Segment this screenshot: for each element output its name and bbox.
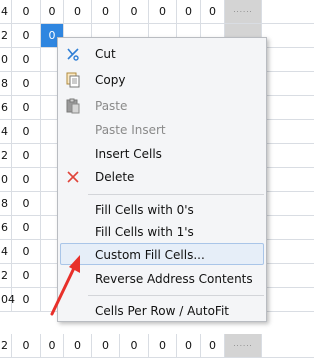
memory-cell[interactable]: 0 (12, 48, 41, 71)
memory-cell[interactable]: 0 (12, 72, 41, 95)
menu-item-delete[interactable]: Delete (60, 165, 264, 187)
delete-x-icon (65, 169, 81, 185)
memory-cell[interactable]: 0 (12, 240, 41, 263)
row-address: 6 (0, 216, 12, 239)
menu-item-label: Paste (95, 99, 128, 113)
memory-grid-window: 4 0 0 0 0 0 0 0 0 ...... 2 0 0 0 0 8 0 6… (0, 0, 314, 358)
menu-item-label: Reverse Address Contents (95, 272, 253, 286)
row-address: 8 (0, 192, 12, 215)
context-menu: Cut Copy Paste Paste Insert Insert Cells… (57, 37, 267, 322)
menu-item-label: Fill Cells with 0's (95, 203, 194, 217)
menu-item-cells-per-row[interactable]: Cells Per Row / AutoFit (60, 299, 264, 321)
memory-cell[interactable]: 0 (177, 334, 201, 357)
memory-cell[interactable]: 0 (92, 334, 120, 357)
menu-separator (88, 194, 264, 195)
row-address: 2 (0, 264, 12, 287)
row-address: 2 (0, 334, 12, 357)
memory-cell[interactable]: 0 (149, 334, 177, 357)
row-address: 6 (0, 96, 12, 119)
memory-cell[interactable]: 0 (12, 120, 41, 143)
menu-item-copy[interactable]: Copy (60, 68, 264, 90)
memory-cell[interactable]: 0 (201, 334, 225, 357)
memory-cell[interactable]: 0 (12, 144, 41, 167)
row-address: 8 (0, 72, 12, 95)
row-address: 0 (0, 168, 12, 191)
copy-icon (65, 72, 81, 88)
menu-item-label: Insert Cells (95, 147, 162, 161)
row-address: 2 (0, 144, 12, 167)
memory-cell[interactable]: 0 (12, 334, 41, 357)
menu-item-label: Paste Insert (95, 123, 166, 137)
menu-item-label: Cut (95, 47, 116, 61)
memory-cell[interactable]: 0 (12, 96, 41, 119)
memory-cell[interactable]: 0 (12, 24, 41, 47)
menu-item-label: Cells Per Row / AutoFit (95, 304, 229, 318)
memory-cell[interactable]: 0 (120, 0, 149, 23)
memory-cell[interactable]: 0 (41, 334, 64, 357)
memory-cell[interactable]: 0 (12, 192, 41, 215)
paste-icon (65, 98, 81, 114)
menu-item-cut[interactable]: Cut (60, 42, 264, 64)
memory-cell[interactable]: 0 (177, 0, 201, 23)
row-address: 4 (0, 240, 12, 263)
menu-item-label: Custom Fill Cells... (95, 248, 205, 262)
memory-cell[interactable]: 0 (120, 334, 149, 357)
menu-item-insert-cells[interactable]: Insert Cells (60, 142, 264, 164)
row-address: 4 (0, 120, 12, 143)
row-ascii-column: ...... (225, 0, 262, 23)
menu-item-custom-fill[interactable]: Custom Fill Cells... (60, 243, 264, 265)
memory-cell[interactable]: 0 (12, 0, 41, 23)
row-address: 4 (0, 0, 12, 23)
memory-cell[interactable]: 0 (12, 288, 41, 311)
row-ascii-column: ...... (225, 334, 262, 357)
menu-separator (88, 295, 264, 296)
memory-cell[interactable]: 0 (12, 216, 41, 239)
memory-cell[interactable]: 0 (64, 0, 92, 23)
scissors-icon (65, 46, 81, 62)
menu-item-label: Fill Cells with 1's (95, 225, 194, 239)
menu-item-fill-zeros[interactable]: Fill Cells with 0's (60, 198, 264, 220)
row-address: 04 (0, 288, 15, 311)
menu-item-reverse-address[interactable]: Reverse Address Contents (60, 267, 264, 289)
memory-cell[interactable]: 0 (149, 0, 177, 23)
menu-item-paste[interactable]: Paste (60, 94, 264, 116)
menu-item-label: Copy (95, 73, 126, 87)
row-address: 0 (0, 48, 12, 71)
memory-cell[interactable]: 0 (201, 0, 225, 23)
menu-item-paste-insert[interactable]: Paste Insert (60, 118, 264, 140)
grid-row: 2 0 0 0 0 0 0 0 0 ...... (0, 334, 314, 358)
menu-item-label: Delete (95, 170, 135, 184)
grid-row: 4 0 0 0 0 0 0 0 0 ...... (0, 0, 314, 24)
memory-cell[interactable]: 0 (12, 168, 41, 191)
memory-cell[interactable]: 0 (12, 264, 41, 287)
memory-cell[interactable]: 0 (41, 0, 64, 23)
memory-cell[interactable]: 0 (64, 334, 92, 357)
row-address: 2 (0, 24, 12, 47)
memory-cell[interactable]: 0 (92, 0, 120, 23)
menu-item-fill-ones[interactable]: Fill Cells with 1's (60, 220, 264, 242)
